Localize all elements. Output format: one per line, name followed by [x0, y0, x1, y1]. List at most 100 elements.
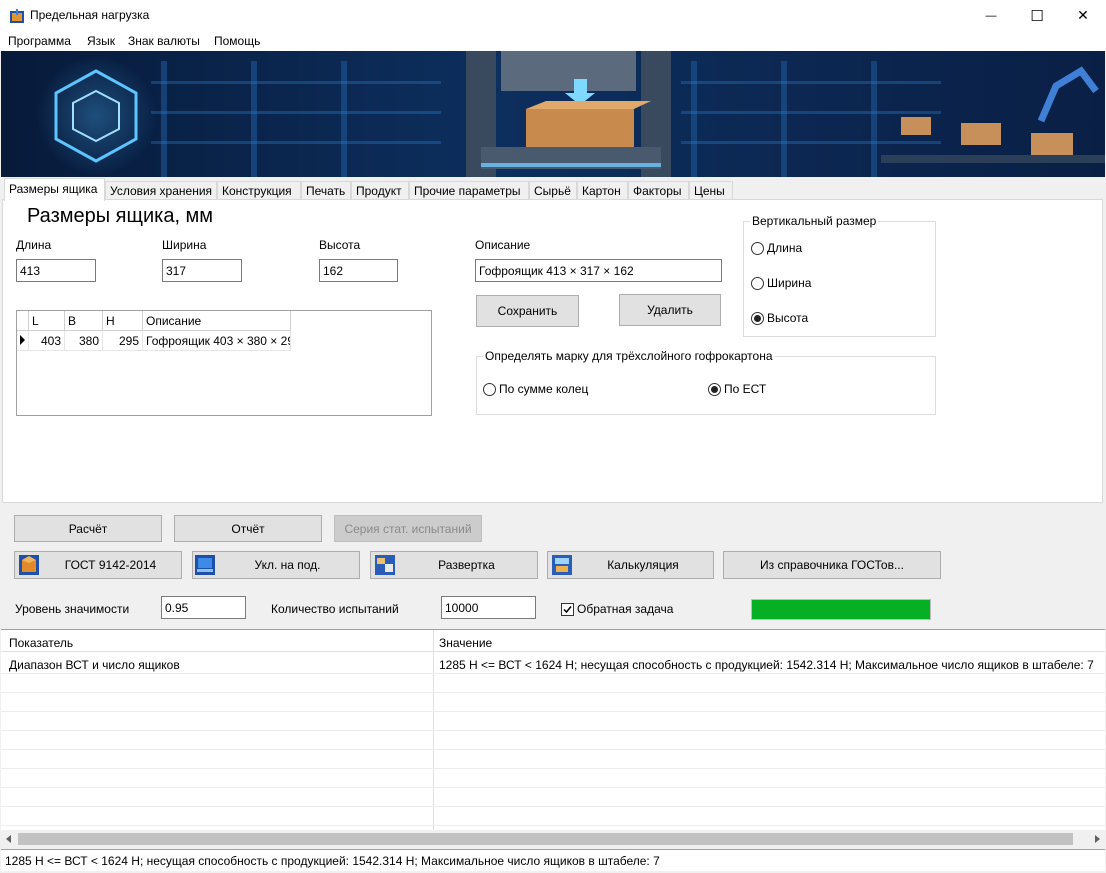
- result-value-cell: 1285 Н <= ВСТ < 1624 Н; несущая способно…: [439, 658, 1094, 672]
- menu-language[interactable]: Язык: [87, 34, 115, 48]
- tab-prices[interactable]: Цены: [689, 181, 733, 200]
- status-bar: 1285 Н <= ВСТ < 1624 Н; несущая способно…: [1, 849, 1105, 871]
- grid-header-description[interactable]: Описание: [143, 311, 291, 331]
- minimize-button[interactable]: —: [968, 0, 1014, 31]
- tab-product[interactable]: Продукт: [351, 181, 409, 200]
- table-row-empty: [1, 674, 1105, 693]
- table-row-empty: [1, 693, 1105, 712]
- gost-handbook-button[interactable]: Из справочника ГОСТов...: [723, 551, 941, 579]
- table-row-empty: [1, 788, 1105, 807]
- close-button[interactable]: ✕: [1060, 0, 1106, 31]
- grid-header-l[interactable]: L: [29, 311, 65, 331]
- menu-bar: Программа Язык Знак валюты Помощь: [0, 31, 1106, 51]
- grid-header-b[interactable]: B: [65, 311, 103, 331]
- costing-button-label: Калькуляция: [607, 558, 679, 572]
- gost-button-label: ГОСТ 9142-2014: [64, 558, 157, 572]
- minimize-icon: —: [985, 9, 997, 22]
- tab-raw-material[interactable]: Сырьё: [529, 181, 577, 200]
- inverse-task-checkbox[interactable]: Обратная задача: [561, 602, 673, 616]
- description-label: Описание: [475, 238, 531, 252]
- unfold-icon: [375, 555, 395, 575]
- maximize-button[interactable]: ☐: [1014, 0, 1060, 31]
- scroll-right-icon[interactable]: [1092, 834, 1102, 844]
- radio-ect[interactable]: По ЕСТ: [708, 382, 766, 396]
- mark-group-title: Определять марку для трёхслойного гофрок…: [483, 349, 775, 363]
- radio-ring-sum[interactable]: По сумме колец: [483, 382, 588, 396]
- radio-vertical-height[interactable]: Высота: [751, 311, 808, 325]
- table-row[interactable]: Диапазон ВСТ и число ящиков 1285 Н <= ВС…: [1, 655, 1105, 674]
- results-table[interactable]: Показатель Значение Диапазон ВСТ и число…: [1, 629, 1105, 848]
- menu-program[interactable]: Программа: [8, 34, 71, 48]
- save-button[interactable]: Сохранить: [476, 295, 579, 327]
- stat-series-button[interactable]: Серия стат. испытаний: [334, 515, 482, 542]
- pallet-icon: [195, 555, 215, 575]
- significance-input[interactable]: 0.95: [161, 596, 246, 619]
- unfold-button-label: Развертка: [438, 558, 495, 572]
- grid-cell-h[interactable]: 295: [103, 331, 143, 351]
- horizontal-scrollbar[interactable]: [1, 830, 1105, 848]
- tests-count-label: Количество испытаний: [271, 602, 399, 616]
- app-box-icon: [9, 8, 25, 24]
- result-indicator-cell: Диапазон ВСТ и число ящиков: [9, 658, 180, 672]
- radio-vertical-width[interactable]: Ширина: [751, 276, 811, 290]
- vertical-size-group: Вертикальный размер Длина Ширина Высота: [743, 214, 936, 337]
- unfold-button[interactable]: Развертка: [370, 551, 538, 579]
- box-icon: [19, 555, 39, 575]
- height-label: Высота: [319, 238, 361, 252]
- tests-count-input[interactable]: 10000: [441, 596, 536, 619]
- mark-determination-group: Определять марку для трёхслойного гофрок…: [476, 349, 936, 415]
- results-header-row: Показатель Значение: [1, 630, 1105, 652]
- close-icon: ✕: [1077, 7, 1089, 23]
- width-input[interactable]: 317: [162, 259, 242, 282]
- grid-row-selector[interactable]: [17, 331, 29, 351]
- table-row-empty: [1, 731, 1105, 750]
- maximize-icon: ☐: [1030, 7, 1044, 25]
- dimensions-grid[interactable]: L B H Описание 403 380 295 Гофроящик 403…: [16, 310, 432, 416]
- radio-vertical-length[interactable]: Длина: [751, 241, 802, 255]
- radio-ect-label: По ЕСТ: [724, 382, 767, 396]
- tab-other-params[interactable]: Прочие параметры: [409, 181, 529, 200]
- menu-currency[interactable]: Знак валюты: [128, 34, 200, 48]
- results-header-indicator[interactable]: Показатель: [9, 636, 73, 650]
- height-input[interactable]: 162: [319, 259, 398, 282]
- tab-factors[interactable]: Факторы: [628, 181, 689, 200]
- results-header-value[interactable]: Значение: [439, 636, 492, 650]
- pallet-button[interactable]: Укл. на под.: [192, 551, 360, 579]
- gost-button[interactable]: ГОСТ 9142-2014: [14, 551, 182, 579]
- radio-vertical-width-label: Ширина: [767, 276, 812, 290]
- vertical-size-group-title: Вертикальный размер: [750, 214, 879, 228]
- radio-ring-sum-label: По сумме колец: [499, 382, 589, 396]
- description-input[interactable]: Гофроящик 413 × 317 × 162: [475, 259, 722, 282]
- scrollbar-thumb[interactable]: [18, 833, 1073, 845]
- progress-fill: [752, 600, 930, 619]
- page-title: Размеры ящика, мм: [27, 205, 214, 227]
- radio-circle-icon: [751, 241, 764, 255]
- radio-circle-selected-icon: [751, 311, 764, 325]
- radio-circle-icon: [751, 276, 764, 290]
- delete-button[interactable]: Удалить: [619, 294, 721, 326]
- tab-box-dimensions[interactable]: Размеры ящика: [4, 178, 105, 201]
- menu-help[interactable]: Помощь: [214, 34, 260, 48]
- grid-cell-b[interactable]: 380: [65, 331, 103, 351]
- tab-print[interactable]: Печать: [301, 181, 351, 200]
- window-title: Предельная нагрузка: [30, 8, 150, 22]
- calculator-icon: [552, 555, 572, 575]
- grid-cell-description[interactable]: Гофроящик 403 × 380 × 295: [143, 331, 291, 351]
- length-input[interactable]: 413: [16, 259, 96, 282]
- grid-header-h[interactable]: H: [103, 311, 143, 331]
- grid-cell-l[interactable]: 403: [29, 331, 65, 351]
- report-button[interactable]: Отчёт: [174, 515, 322, 542]
- calc-button[interactable]: Расчёт: [14, 515, 162, 542]
- significance-label: Уровень значимости: [15, 602, 130, 616]
- tab-storage-conditions[interactable]: Условия хранения: [105, 181, 217, 200]
- costing-button[interactable]: Калькуляция: [547, 551, 714, 579]
- scroll-left-icon[interactable]: [4, 834, 14, 844]
- pallet-button-label: Укл. на под.: [254, 558, 321, 572]
- width-label: Ширина: [162, 238, 207, 252]
- title-bar: Предельная нагрузка — ☐ ✕: [0, 0, 1106, 31]
- table-row-empty: [1, 712, 1105, 731]
- tab-construction[interactable]: Конструкция: [217, 181, 301, 200]
- tab-strip: Размеры ящика Условия хранения Конструкц…: [2, 178, 1104, 201]
- tab-cardboard[interactable]: Картон: [577, 181, 628, 200]
- banner-image: [1, 51, 1105, 177]
